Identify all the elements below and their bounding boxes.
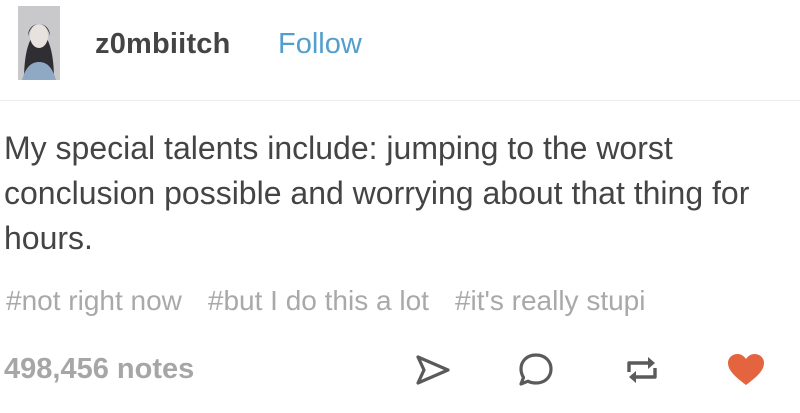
username[interactable]: z0mbiitch (95, 28, 231, 61)
share-button[interactable] (410, 348, 454, 392)
reply-icon (519, 353, 553, 386)
post-header: z0mbiitch Follow (0, 0, 800, 101)
reply-button[interactable] (514, 348, 558, 392)
tag[interactable]: #it's really stupi (455, 285, 646, 317)
follow-button[interactable]: Follow (278, 28, 362, 61)
tag[interactable]: #not right now (6, 285, 182, 317)
heart-icon (728, 354, 764, 385)
like-button[interactable] (724, 348, 768, 392)
tumblr-post: z0mbiitch Follow My special talents incl… (0, 0, 800, 413)
post-tags: #not right now #but I do this a lot #it's … (6, 285, 800, 317)
avatar[interactable] (18, 6, 60, 80)
share-icon (416, 355, 450, 385)
post-body: My special talents include: jumping to t… (4, 130, 750, 256)
tag[interactable]: #but I do this a lot (208, 285, 429, 317)
reblog-button[interactable] (620, 348, 664, 392)
notes-count[interactable]: 498,456 notes (4, 353, 194, 386)
reblog-icon (627, 357, 657, 383)
tags-fade (772, 285, 800, 317)
